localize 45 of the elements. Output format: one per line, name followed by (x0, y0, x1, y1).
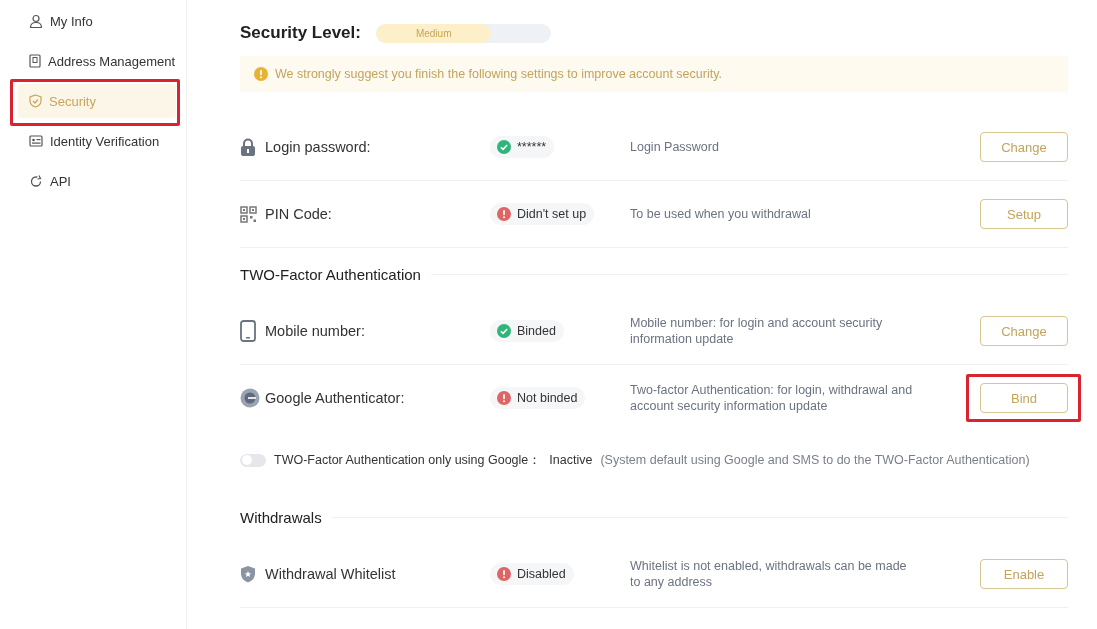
action-button[interactable]: Change (980, 316, 1068, 346)
sidebar-item[interactable]: API (18, 164, 176, 198)
sidebar-item[interactable]: My Info (18, 4, 176, 38)
row-description: Whitelist is not enabled, withdrawals can be made to any address (630, 558, 908, 590)
status-badge: Binded (490, 320, 564, 342)
status-badge: Didn't set up (490, 203, 595, 225)
row-description: Mobile number: for login and account security information update (630, 315, 884, 347)
sidebar-item[interactable]: Identity Verification (18, 124, 176, 158)
api-icon (29, 174, 43, 188)
person-icon (29, 14, 43, 28)
status-badge: Disabled (490, 563, 574, 585)
bind-button[interactable]: Bind (980, 383, 1068, 413)
toggle-state: Inactive (549, 453, 593, 467)
row-description: To be used when you withdrawal (630, 206, 812, 222)
shield-icon (29, 94, 42, 108)
action-button[interactable]: Setup (980, 199, 1068, 229)
row-label: Withdrawal Whitelist (265, 566, 397, 582)
shield-icon (240, 565, 256, 583)
warning-icon (254, 67, 268, 81)
row-description: Login Password (630, 139, 720, 155)
security-level-label: Security Level: (240, 23, 361, 43)
lock-icon (240, 137, 256, 157)
notice-text: We strongly suggest you finish the following settings to improve account security. (275, 67, 722, 81)
phone-icon (240, 320, 256, 342)
action-button[interactable]: Change (980, 132, 1068, 162)
toggle-label: TWO-Factor Authentication only using Google： (274, 451, 542, 469)
status-badge: Not binded (490, 387, 586, 409)
qr-code-icon (240, 205, 257, 223)
status-badge: ****** (490, 136, 555, 158)
row-label: Login password: (265, 139, 372, 155)
section-heading: Withdrawals (240, 508, 322, 526)
row-label: PIN Code: (265, 206, 333, 222)
address-book-icon (29, 54, 41, 68)
section-heading: TWO-Factor Authentication (240, 265, 421, 283)
toggle-note: (System default using Google and SMS to do the TWO-Factor Authentication) (600, 453, 1030, 467)
toggle-switch[interactable] (240, 453, 266, 467)
row-label: Google Authenticator: (265, 390, 406, 406)
level-reading: Medium (415, 27, 452, 39)
authenticator-icon (240, 388, 260, 408)
row-description: Two-factor Authentication: for login, withdrawal and account security information update (630, 382, 914, 414)
sidebar-item[interactable]: Security (18, 84, 176, 118)
row-label: Mobile number: (265, 323, 366, 339)
action-button[interactable]: Enable (980, 559, 1068, 589)
sidebar-item[interactable]: Address Management (18, 44, 176, 78)
id-card-icon (29, 135, 43, 147)
